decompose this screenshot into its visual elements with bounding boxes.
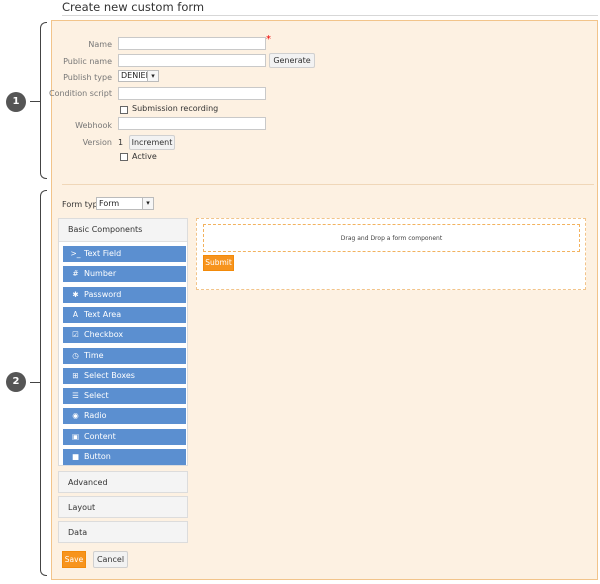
form-type-value: Form [99, 199, 120, 208]
group-advanced[interactable]: Advanced [58, 471, 188, 493]
callout-badge-2: 2 [6, 372, 26, 392]
component-label: Checkbox [84, 330, 124, 340]
plus-square-icon: ⊞ [72, 370, 79, 380]
public-name-label: Public name [63, 57, 112, 66]
publish-type-select[interactable]: DENIED ▾ [118, 70, 159, 82]
component-label: Text Field [84, 249, 122, 258]
page-title: Create new custom form [62, 0, 205, 14]
required-asterisk: * [266, 34, 271, 45]
version-label: Version [82, 138, 112, 147]
component-time[interactable]: ◷ Time [63, 347, 186, 364]
asterisk-icon: ✱ [72, 289, 79, 299]
version-value: 1 [118, 138, 124, 147]
hash-icon: # [72, 269, 79, 279]
increment-button[interactable]: Increment [129, 135, 175, 150]
component-text-field[interactable]: >_ Text Field [63, 246, 186, 262]
webhook-label: Webhook [75, 121, 112, 130]
component-label: Button [84, 452, 111, 461]
name-input[interactable] [118, 37, 266, 50]
name-label: Name [88, 40, 112, 49]
component-label: Password [84, 289, 122, 299]
check-square-icon: ☑ [72, 330, 79, 340]
save-button[interactable]: Save [62, 551, 86, 568]
component-number[interactable]: # Number [63, 266, 186, 283]
component-checkbox[interactable]: ☑ Checkbox [63, 327, 186, 344]
terminal-icon: >_ [70, 249, 81, 258]
bracket-stem-1 [30, 101, 40, 102]
component-content[interactable]: ▣ Content [63, 428, 186, 445]
component-sidebar: Basic Components >_ Text Field # Number ✱ Pas… [58, 218, 188, 466]
component-label: Content [84, 431, 116, 441]
condition-script-input[interactable] [118, 87, 266, 100]
radio-icon: ◉ [72, 411, 79, 421]
submission-recording-label: Submission recording [132, 104, 219, 113]
bracket-stem-2 [30, 382, 40, 383]
component-select-boxes[interactable]: ⊞ Select Boxes [63, 367, 186, 384]
public-name-input[interactable] [118, 54, 266, 67]
active-checkbox[interactable] [120, 153, 128, 161]
webhook-input[interactable] [118, 117, 266, 130]
cancel-button[interactable]: Cancel [93, 551, 128, 568]
html5-icon: ▣ [71, 431, 80, 441]
section-divider [62, 184, 594, 185]
component-text-area[interactable]: A Text Area [63, 306, 186, 323]
publish-type-label: Publish type [63, 73, 112, 82]
drop-zone[interactable]: Drag and Drop a form component [203, 224, 580, 252]
chevron-down-icon: ▾ [147, 71, 158, 81]
component-password[interactable]: ✱ Password [63, 286, 186, 303]
clock-icon: ◷ [72, 350, 79, 360]
generate-button[interactable]: Generate [269, 53, 315, 68]
form-type-select[interactable]: Form ▾ [96, 197, 154, 210]
font-icon: A [72, 309, 79, 319]
active-label: Active [132, 152, 157, 161]
component-select[interactable]: ☰ Select [63, 388, 186, 405]
form-canvas[interactable]: Drag and Drop a form component Submit [196, 218, 586, 290]
chevron-down-icon: ▾ [142, 198, 153, 209]
title-divider [62, 15, 598, 16]
component-radio[interactable]: ◉ Radio [63, 408, 186, 425]
condition-script-label: Condition script [48, 89, 112, 98]
component-label: Time [84, 350, 104, 360]
section-bracket-2 [40, 190, 47, 576]
basic-components-header[interactable]: Basic Components [59, 219, 187, 242]
component-label: Radio [84, 411, 107, 421]
submission-recording-checkbox[interactable] [120, 106, 128, 114]
group-layout[interactable]: Layout [58, 496, 188, 518]
group-data[interactable]: Data [58, 521, 188, 543]
component-label: Select [84, 391, 109, 401]
component-label: Text Area [84, 309, 122, 319]
submit-button[interactable]: Submit [203, 255, 234, 271]
component-label: Select Boxes [84, 370, 135, 380]
list-icon: ☰ [72, 391, 79, 401]
component-button[interactable]: ■ Button [63, 449, 186, 465]
component-label: Number [84, 269, 117, 279]
stop-icon: ■ [71, 452, 80, 461]
